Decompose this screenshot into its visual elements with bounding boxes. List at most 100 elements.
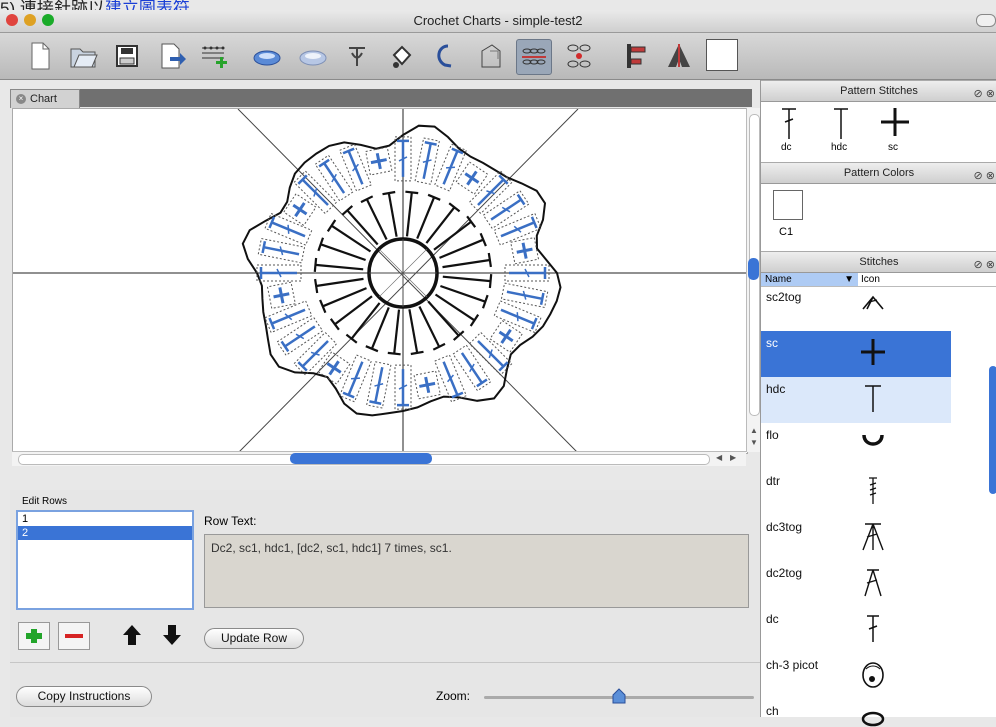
pattern-colors-header: Pattern Colors ⊘ ⊗ (761, 162, 996, 184)
stitches-list: sc2tog sc hdc flo dtr dc3tog dc2tog dc ch-3 pico… (761, 287, 996, 727)
stitches-scroll-thumb[interactable] (989, 366, 996, 494)
toolbar-toggle-button[interactable] (976, 14, 996, 27)
stitch-row-dc[interactable]: dc (761, 607, 951, 653)
sc-stitch-mark[interactable] (266, 281, 296, 310)
rows-list[interactable]: 1 2 (16, 510, 194, 610)
stitch-row-hdc[interactable]: hdc (761, 377, 951, 423)
new-document-icon[interactable] (22, 39, 56, 73)
sc-stitch-mark[interactable] (510, 236, 540, 265)
dc-stitch-mark[interactable] (264, 300, 313, 334)
export-icon[interactable] (154, 39, 188, 73)
close-tab-icon[interactable]: × (16, 94, 26, 104)
pattern-colors-list: C1 (761, 184, 996, 251)
sc-stitch-mark[interactable] (413, 370, 441, 400)
hdc-stitch-cap (469, 313, 480, 327)
hdc-stitch-icon[interactable] (831, 106, 851, 142)
panel-controls-icon[interactable]: ⊘ ⊗ (974, 84, 996, 104)
panel-controls-icon[interactable]: ⊘ ⊗ (974, 166, 996, 186)
add-row-button[interactable] (18, 622, 50, 650)
chart-horizontal-scrollbar[interactable]: ◀ ▶ (12, 451, 746, 466)
center-ring-spoke (402, 272, 428, 298)
dc-stitch-mark[interactable] (493, 300, 542, 334)
dc-stitch-mark[interactable] (339, 354, 372, 403)
sc-stitch-mark[interactable] (365, 146, 393, 176)
chart-canvas[interactable] (12, 108, 748, 454)
move-row-down-button[interactable] (158, 622, 186, 648)
dc-stitch-mark[interactable] (314, 154, 354, 202)
sc-stitch-mark[interactable] (317, 351, 351, 385)
scroll-down-arrow-icon[interactable]: ▼ (750, 438, 758, 447)
list-item[interactable]: 2 (18, 526, 192, 540)
pattern-colors-title: Pattern Colors (843, 167, 915, 179)
horizontal-scroll-thumb[interactable] (290, 453, 432, 464)
tab-chart[interactable]: × Chart (10, 89, 80, 108)
open-folder-icon[interactable] (66, 39, 100, 73)
stitch-name: flo (766, 428, 779, 442)
dc-stitch-mark[interactable] (414, 137, 440, 185)
stitch-row-sc2tog[interactable]: sc2tog (761, 287, 951, 331)
rotate-left-icon[interactable] (250, 39, 284, 73)
clear-stitch-icon[interactable] (340, 39, 374, 73)
blank-swatch-icon[interactable] (706, 39, 738, 71)
panel-controls-icon[interactable]: ⊘ ⊗ (974, 255, 996, 275)
move-row-up-button[interactable] (118, 622, 146, 648)
picot-icon (862, 662, 884, 688)
dc-stitch-mark[interactable] (493, 212, 542, 246)
copy-instructions-button[interactable]: Copy Instructions (16, 686, 152, 707)
stitch-row-dc2tog[interactable]: dc2tog (761, 561, 951, 607)
hdc-stitch-cap (326, 219, 337, 233)
list-item[interactable]: 1 (18, 512, 192, 526)
sc-stitch-mark[interactable] (455, 161, 489, 195)
dc-icon (867, 615, 879, 642)
name-column-header[interactable]: Name ▼ (761, 273, 858, 286)
vertical-scroll-thumb[interactable] (748, 258, 759, 280)
zoom-slider[interactable] (484, 688, 754, 704)
hdc-stitch-cap (410, 350, 424, 356)
sc-stitch-icon[interactable] (879, 106, 911, 138)
stitch-row-ch-3-picot[interactable]: ch-3 picot (761, 653, 951, 699)
zoom-label: Zoom: (436, 689, 471, 703)
stitch-row-sc[interactable]: sc (761, 331, 951, 377)
dc-stitch-mark[interactable] (452, 344, 492, 392)
side-panels: Pattern Stitches ⊘ ⊗ dc hdc sc Pattern C… (760, 80, 996, 727)
rotate-right-icon[interactable] (296, 39, 330, 73)
hdc-stitch-cap (382, 190, 396, 196)
grid-toggle-icon[interactable] (516, 39, 552, 75)
dc-stitch-mark[interactable] (482, 190, 530, 230)
guideline-icon[interactable] (474, 39, 508, 73)
stitch-row-dc3tog[interactable]: dc3tog (761, 515, 951, 561)
color-swatch[interactable] (773, 190, 803, 220)
add-stitch-grid-icon[interactable] (196, 39, 230, 73)
stitch-indicator-icon[interactable] (562, 39, 596, 73)
stitch-row-dtr[interactable]: dtr (761, 469, 951, 515)
dc-stitch-mark[interactable] (394, 364, 412, 410)
icon-column-header[interactable]: Icon (859, 273, 880, 286)
dc-stitch-mark[interactable] (366, 361, 392, 409)
stitch-name: sc (766, 336, 778, 350)
scroll-up-arrow-icon[interactable]: ▲ (750, 426, 758, 435)
stitch-row-flo[interactable]: flo (761, 423, 951, 469)
remove-row-button[interactable] (58, 622, 90, 650)
dc-stitch-mark[interactable] (394, 136, 412, 182)
undo-curve-icon[interactable] (426, 39, 460, 73)
save-icon[interactable] (110, 39, 144, 73)
hdc-stitch-mark (322, 287, 367, 308)
hdc-stitch-cap (487, 252, 492, 268)
mirror-icon[interactable] (662, 39, 696, 73)
zoom-slider-thumb[interactable] (612, 688, 626, 704)
scroll-right-arrow-icon[interactable]: ▶ (730, 453, 736, 462)
edit-rows-label: Edit Rows (22, 496, 68, 507)
scroll-left-arrow-icon[interactable]: ◀ (716, 453, 722, 462)
color-bucket-icon[interactable] (384, 39, 418, 73)
dc-stitch-mark[interactable] (504, 264, 550, 282)
update-row-button[interactable]: Update Row (204, 628, 304, 649)
chart-vertical-scrollbar[interactable]: ▲ ▼ (746, 108, 761, 452)
align-icon[interactable] (618, 39, 652, 73)
stitch-row-ch[interactable]: ch (761, 699, 951, 727)
pattern-stitches-header: Pattern Stitches ⊘ ⊗ (761, 80, 996, 102)
dc-stitch-mark[interactable] (276, 316, 324, 356)
row-text-field[interactable]: Dc2, sc1, hdc1, [dc2, sc1, hdc1] 7 times… (204, 534, 749, 608)
dc-stitch-icon[interactable] (779, 106, 799, 142)
dc-stitch-mark[interactable] (256, 264, 302, 282)
dc-stitch-mark[interactable] (293, 331, 338, 376)
